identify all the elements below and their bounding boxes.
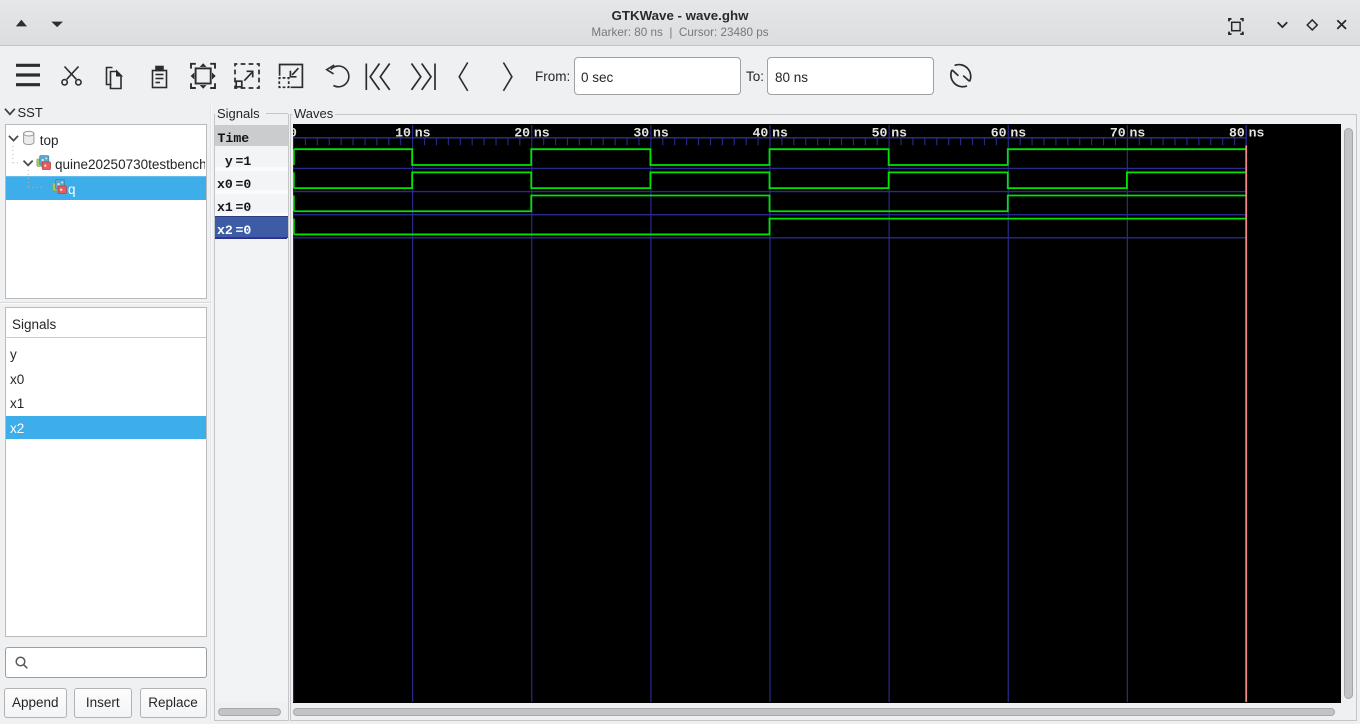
svg-text:20: 20	[514, 125, 530, 140]
svg-text:70: 70	[1110, 125, 1126, 140]
svg-text:30: 30	[633, 125, 649, 140]
svg-text:60: 60	[991, 125, 1007, 140]
svg-text:ns: ns	[1249, 125, 1265, 140]
svg-text:ns: ns	[534, 125, 550, 140]
svg-text:40: 40	[752, 125, 768, 140]
svg-text:0: 0	[293, 125, 297, 140]
svg-text:50: 50	[872, 125, 888, 140]
svg-text:10: 10	[395, 125, 411, 140]
svg-text:ns: ns	[1010, 125, 1026, 140]
svg-text:ns: ns	[1129, 125, 1145, 140]
svg-text:ns: ns	[653, 125, 669, 140]
svg-text:ns: ns	[772, 125, 788, 140]
svg-text:80: 80	[1229, 125, 1245, 140]
svg-text:ns: ns	[891, 125, 907, 140]
svg-text:ns: ns	[415, 125, 431, 140]
